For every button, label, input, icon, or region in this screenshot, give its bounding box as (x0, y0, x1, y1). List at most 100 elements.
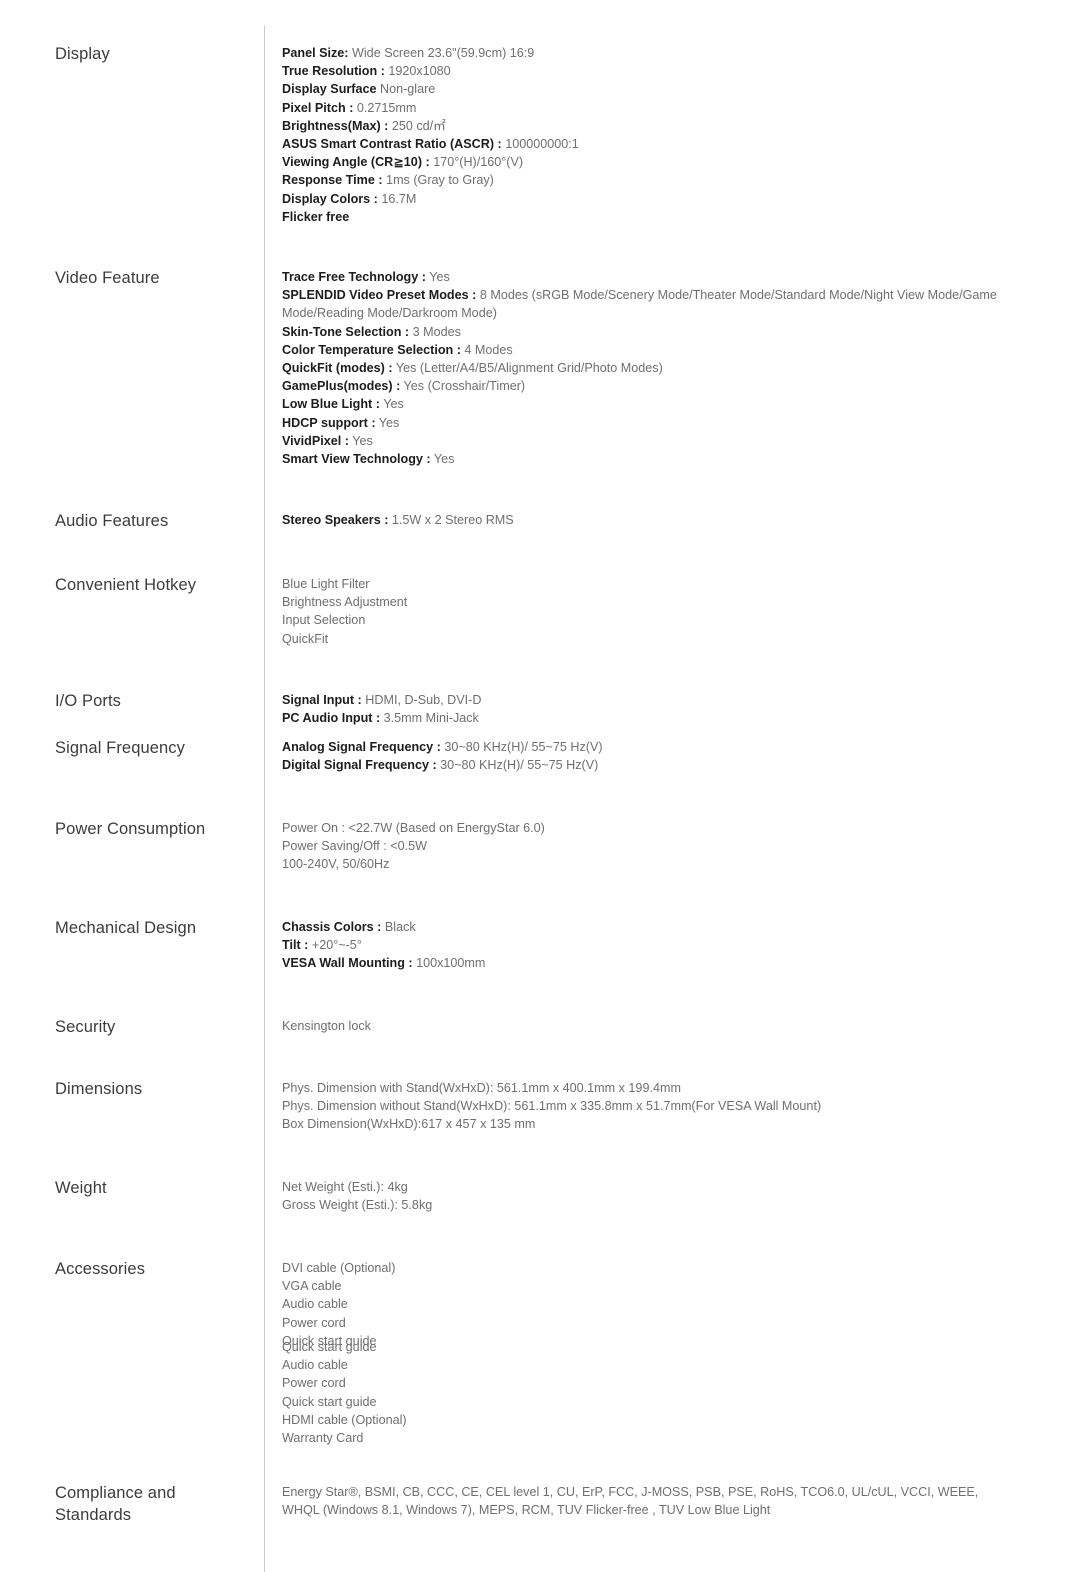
spec-row-body: Blue Light Filter Brightness Adjustment … (282, 575, 1022, 648)
spec-line: Power On : <22.7W (Based on EnergyStar 6… (282, 821, 545, 835)
spec-row-label: Weight (55, 1179, 107, 1197)
spec-value: 170°(H)/160°(V) (429, 155, 524, 170)
spec-line: Digital Signal Frequency : 30~80 KHz(H)/… (282, 756, 1022, 774)
spec-value: Yes (430, 452, 455, 467)
spec-line: True Resolution : 1920x1080 (282, 62, 1022, 80)
spec-line: Response Time : 1ms (Gray to Gray) (282, 171, 1022, 189)
spec-key: True Resolution : (282, 64, 385, 79)
spec-row-label: Accessories (55, 1260, 146, 1278)
spec-key: Digital Signal Frequency : (282, 758, 437, 773)
spec-value: 100000000:1 (501, 137, 579, 152)
spec-value: Non-glare (376, 82, 436, 97)
spec-value: Yes (Crosshair/Timer) (400, 379, 526, 394)
column-divider (264, 26, 265, 1572)
spec-key: VividPixel : (282, 433, 349, 448)
spec-key: QuickFit (modes) : (282, 361, 393, 376)
spec-line: Trace Free Technology : Yes (282, 268, 1022, 286)
spec-value: 3.5mm Mini-Jack (380, 711, 479, 726)
spec-key: Display Surface (282, 82, 377, 97)
list-item: Audio cable (282, 1358, 348, 1373)
spec-value: +20°~-5° (308, 938, 362, 953)
spec-row-body: Chassis Colors : Black Tilt : +20°~-5° V… (282, 918, 1022, 973)
spec-row-body: Energy Star®, BSMI, CB, CCC, CE, CEL lev… (282, 1483, 1010, 1519)
spec-line: VividPixel : Yes (282, 432, 1022, 450)
spec-row-label: Signal Frequency (55, 739, 186, 757)
spec-line: Low Blue Light : Yes (282, 395, 1022, 413)
spec-value: 3 Modes (409, 324, 461, 339)
spec-row-label: Display (55, 45, 110, 63)
spec-row-body: Stereo Speakers : 1.5W x 2 Stereo RMS (282, 511, 1022, 529)
spec-line: QuickFit (282, 631, 329, 646)
list-item: Quick start guide (282, 1394, 377, 1409)
spec-key: Skin-Tone Selection : (282, 324, 410, 339)
spec-line: Kensington lock (282, 1019, 371, 1033)
spec-row-label: Video Feature (55, 269, 160, 287)
spec-line: Box Dimension(WxHxD):617 x 457 x 135 mm (282, 1117, 536, 1132)
spec-line: Viewing Angle (CR≧10) : 170°(H)/160°(V) (282, 153, 1022, 171)
spec-value: 100x100mm (412, 956, 486, 971)
spec-row-body: Signal Input : HDMI, D-Sub, DVI-D PC Aud… (282, 691, 1022, 727)
spec-line: Net Weight (Esti.): 4kg (282, 1180, 408, 1194)
spec-line: Phys. Dimension without Stand(WxHxD): 56… (282, 1099, 822, 1114)
list-item: DVI cable (Optional) (282, 1261, 396, 1275)
spec-line: Stereo Speakers : 1.5W x 2 Stereo RMS (282, 511, 1022, 529)
spec-value: 1.5W x 2 Stereo RMS (388, 513, 514, 527)
spec-row-body: Panel Size: Wide Screen 23.6"(59.9cm) 16… (282, 44, 1022, 226)
spec-row-label: Mechanical Design (55, 919, 197, 937)
spec-value: 16.7M (377, 191, 417, 206)
spec-row-body: Phys. Dimension with Stand(WxHxD): 561.1… (282, 1079, 1042, 1134)
spec-line: Gross Weight (Esti.): 5.8kg (282, 1198, 433, 1213)
spec-row-label: I/O Ports (55, 692, 121, 710)
spec-line: Smart View Technology : Yes (282, 450, 1022, 468)
spec-line: Panel Size: Wide Screen 23.6"(59.9cm) 16… (282, 44, 1022, 62)
spec-key: Brightness(Max) : (282, 118, 389, 133)
spec-key: Smart View Technology : (282, 452, 431, 467)
spec-key: Chassis Colors : (282, 920, 382, 934)
spec-value: 30~80 KHz(H)/ 55~75 Hz(V) (440, 740, 603, 754)
spec-key: Color Temperature Selection : (282, 342, 461, 357)
spec-key: Stereo Speakers : (282, 513, 389, 527)
spec-value: 250 cd/㎡ (388, 118, 446, 133)
list-item: Power cord (282, 1376, 346, 1391)
spec-value: Wide Screen 23.6"(59.9cm) 16:9 (348, 46, 535, 60)
spec-key: PC Audio Input : (282, 711, 381, 726)
spec-key: Pixel Pitch : (282, 100, 354, 115)
spec-row-body: Kensington lock (282, 1017, 1022, 1035)
spec-row-body: Analog Signal Frequency : 30~80 KHz(H)/ … (282, 738, 1022, 774)
spec-line: Signal Input : HDMI, D-Sub, DVI-D (282, 691, 1022, 709)
spec-row-label: Audio Features (55, 512, 169, 530)
spec-key: SPLENDID Video Preset Modes : (282, 288, 477, 303)
spec-row-label: Power Consumption (55, 820, 206, 838)
spec-line: 100-240V, 50/60Hz (282, 857, 390, 872)
spec-value: Black (381, 920, 416, 934)
spec-line: Brightness Adjustment (282, 595, 408, 610)
spec-line: Analog Signal Frequency : 30~80 KHz(H)/ … (282, 738, 1022, 756)
spec-value: Yes (Letter/A4/B5/Alignment Grid/Photo M… (392, 361, 663, 376)
spec-row-label: Convenient Hotkey (55, 576, 197, 594)
spec-line: Power Saving/Off : <0.5W (282, 839, 428, 854)
spec-row-label: Compliance and Standards (55, 1484, 176, 1524)
spec-key: VESA Wall Mounting : (282, 956, 413, 971)
list-item: Power cord (282, 1315, 346, 1330)
accessories-list: Quick start guide Audio cable Power cord… (282, 1338, 1022, 1447)
spec-line: Color Temperature Selection : 4 Modes (282, 341, 1022, 359)
spec-line: HDCP support : Yes (282, 414, 1022, 432)
spec-key: Analog Signal Frequency : (282, 740, 441, 754)
spec-value: 4 Modes (460, 342, 513, 357)
list-item: VGA cable (282, 1279, 342, 1294)
spec-row-label: Dimensions (55, 1080, 143, 1098)
spec-value: HDMI, D-Sub, DVI-D (361, 693, 482, 707)
spec-key: Display Colors : (282, 191, 378, 206)
spec-line: Display Colors : 16.7M (282, 190, 1022, 208)
spec-value: 1ms (Gray to Gray) (382, 173, 494, 188)
accessories-clipped-list: DVI cable (Optional) VGA cable Audio cab… (282, 1259, 1022, 1345)
spec-line: Flicker free (282, 208, 1022, 226)
spec-key: Panel Size: (282, 46, 349, 60)
spec-row-body: Net Weight (Esti.): 4kg Gross Weight (Es… (282, 1178, 1022, 1214)
spec-value: Yes (379, 397, 404, 412)
spec-key: ASUS Smart Contrast Ratio (ASCR) : (282, 137, 502, 152)
list-item: Warranty Card (282, 1431, 364, 1446)
spec-line: Skin-Tone Selection : 3 Modes (282, 323, 1022, 341)
spec-line: ASUS Smart Contrast Ratio (ASCR) : 10000… (282, 135, 1022, 153)
spec-key: Tilt : (282, 938, 309, 953)
